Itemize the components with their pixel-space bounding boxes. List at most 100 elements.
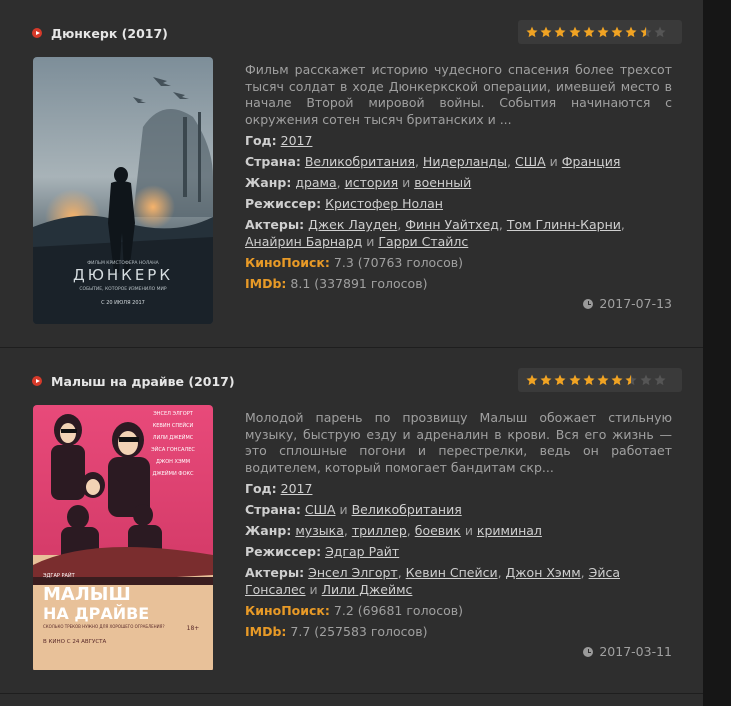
play-circle-icon (32, 28, 42, 38)
year-link[interactable]: 2017 (281, 133, 313, 148)
imdb-row: IMDb: 8.1 (337891 голосов) (245, 276, 672, 293)
star-icon[interactable] (526, 26, 538, 38)
film-info: Фильм расскажет историю чудесного спасен… (245, 62, 672, 297)
publish-date: 2017-07-13 (583, 296, 672, 311)
svg-text:СКОЛЬКО ТРЕКОВ НУЖНО ДЛЯ ХОРОШ: СКОЛЬКО ТРЕКОВ НУЖНО ДЛЯ ХОРОШЕГО ОГРАБЛ… (43, 624, 165, 629)
svg-text:ДЖЕЙМИ ФОКС: ДЖЕЙМИ ФОКС (152, 470, 194, 477)
star-icon[interactable] (611, 374, 623, 386)
film-poster[interactable]: ЭНСЕЛ ЭЛГОРТ КЕВИН СПЕЙСИ ЛИЛИ ДЖЕЙМС ЭЙ… (33, 405, 213, 672)
star-icon[interactable] (597, 26, 609, 38)
country-link[interactable]: США (305, 502, 336, 517)
star-icon[interactable] (583, 374, 595, 386)
kinopoisk-label: КиноПоиск: (245, 254, 330, 270)
country-label: Страна: (245, 502, 301, 517)
star-icon[interactable] (540, 374, 552, 386)
actor-link[interactable]: Кевин Спейси (406, 565, 498, 580)
genre-link[interactable]: музыка (295, 523, 344, 538)
film-title-row[interactable]: Дюнкерк (2017) (32, 24, 168, 42)
actors-label: Актеры: (245, 217, 305, 232)
star-icon[interactable] (583, 26, 595, 38)
star-icon[interactable] (654, 26, 666, 38)
svg-text:ЭЙСА ГОНСАЛЕС: ЭЙСА ГОНСАЛЕС (151, 446, 195, 453)
date-text: 2017-03-11 (599, 644, 672, 659)
star-icon[interactable] (625, 26, 637, 38)
director-row: Режиссер: Кристофер Нолан (245, 196, 672, 213)
star-icon[interactable] (640, 26, 652, 38)
imdb-label: IMDb: (245, 275, 287, 291)
actor-link[interactable]: Джек Лауден (308, 217, 397, 232)
director-label: Режиссер: (245, 544, 322, 559)
star-icon[interactable] (654, 374, 666, 386)
actors-label: Актеры: (245, 565, 305, 580)
page-gutter (703, 0, 731, 706)
actor-link[interactable]: Лили Джеймс (322, 582, 413, 597)
clock-icon (583, 298, 594, 309)
director-link[interactable]: Кристофер Нолан (325, 196, 443, 211)
year-row: Год: 2017 (245, 133, 672, 150)
country-link[interactable]: США (515, 154, 546, 169)
genre-link[interactable]: триллер (352, 523, 407, 538)
film-title-link[interactable]: Малыш на драйве (2017) (51, 374, 235, 389)
actor-link[interactable]: Джон Хэмм (506, 565, 581, 580)
actors-row: Актеры: Энсел Элгорт, Кевин Спейси, Джон… (245, 565, 620, 597)
star-icon[interactable] (625, 374, 637, 386)
star-icon[interactable] (554, 26, 566, 38)
director-link[interactable]: Эдгар Райт (325, 544, 399, 559)
svg-text:ФИЛЬМ КРИСТОФЕРА НОЛАНА: ФИЛЬМ КРИСТОФЕРА НОЛАНА (87, 260, 159, 266)
country-link[interactable]: Нидерланды (423, 154, 507, 169)
star-icon[interactable] (526, 374, 538, 386)
genre-link[interactable]: военный (414, 175, 471, 190)
film-card (0, 694, 703, 706)
country-link[interactable]: Великобритания (305, 154, 415, 169)
actor-link[interactable]: Гарри Стайлс (378, 234, 468, 249)
genre-row: Жанр: драма, история и военный (245, 175, 472, 190)
publish-date: 2017-03-11 (583, 644, 672, 659)
country-link[interactable]: Франция (562, 154, 621, 169)
star-icon[interactable] (554, 374, 566, 386)
film-card: Дюнкерк (2017) ДЮНКЕРК СОБЫТИЕ, КОТОРОЕ … (0, 0, 703, 348)
star-rating[interactable] (518, 368, 682, 392)
star-icon[interactable] (569, 374, 581, 386)
film-description: Фильм расскажет историю чудесного спасен… (245, 62, 672, 127)
svg-text:С 20 ИЮЛЯ 2017: С 20 ИЮЛЯ 2017 (101, 300, 145, 306)
star-icon[interactable] (540, 26, 552, 38)
actor-link[interactable]: Анайрин Барнард (245, 234, 362, 249)
svg-text:ЭДГАР РАЙТ: ЭДГАР РАЙТ (43, 572, 76, 579)
svg-text:МАЛЫШ: МАЛЫШ (43, 584, 131, 605)
kinopoisk-label: КиноПоиск: (245, 602, 330, 618)
date-text: 2017-07-13 (599, 296, 672, 311)
conjunction-text: и (309, 581, 318, 597)
year-link[interactable]: 2017 (281, 481, 313, 496)
imdb-label: IMDb: (245, 623, 287, 639)
genre-link[interactable]: драма (295, 175, 336, 190)
conjunction-text: и (339, 502, 348, 517)
svg-text:КЕВИН СПЕЙСИ: КЕВИН СПЕЙСИ (153, 422, 194, 429)
star-icon[interactable] (569, 26, 581, 38)
actor-link[interactable]: Финн Уайтхед (405, 217, 499, 232)
year-label: Год: (245, 481, 277, 496)
film-title-link[interactable]: Дюнкерк (2017) (51, 26, 168, 41)
star-icon[interactable] (611, 26, 623, 38)
genre-link[interactable]: история (345, 175, 399, 190)
film-description: Молодой парень по прозвищу Малыш обожает… (245, 410, 672, 475)
svg-text:В КИНО С 24 АВГУСТА: В КИНО С 24 АВГУСТА (43, 639, 107, 645)
actor-link[interactable]: Том Глинн-Карни (507, 217, 621, 232)
genre-link[interactable]: боевик (415, 523, 461, 538)
film-poster[interactable]: ДЮНКЕРК СОБЫТИЕ, КОТОРОЕ ИЗМЕНИЛО МИР ФИ… (33, 57, 213, 324)
svg-text:СОБЫТИЕ, КОТОРОЕ ИЗМЕНИЛО МИР: СОБЫТИЕ, КОТОРОЕ ИЗМЕНИЛО МИР (79, 286, 166, 292)
star-rating[interactable] (518, 20, 682, 44)
imdb-row: IMDb: 7.7 (257583 голосов) (245, 624, 672, 641)
kinopoisk-row: КиноПоиск: 7.3 (70763 голосов) (245, 255, 672, 272)
country-link[interactable]: Великобритания (352, 502, 462, 517)
conjunction-text: и (402, 175, 411, 190)
year-row: Год: 2017 (245, 481, 672, 498)
star-icon[interactable] (640, 374, 652, 386)
film-card: Малыш на драйве (2017) ЭНСЕЛ ЭЛГОРТ КЕВИ… (0, 348, 703, 694)
svg-text:ЛИЛИ ДЖЕЙМС: ЛИЛИ ДЖЕЙМС (153, 434, 194, 441)
genre-link[interactable]: криминал (477, 523, 542, 538)
clock-icon (583, 646, 594, 657)
star-icon[interactable] (597, 374, 609, 386)
actor-link[interactable]: Энсел Элгорт (308, 565, 398, 580)
film-title-row[interactable]: Малыш на драйве (2017) (32, 372, 235, 390)
year-label: Год: (245, 133, 277, 148)
